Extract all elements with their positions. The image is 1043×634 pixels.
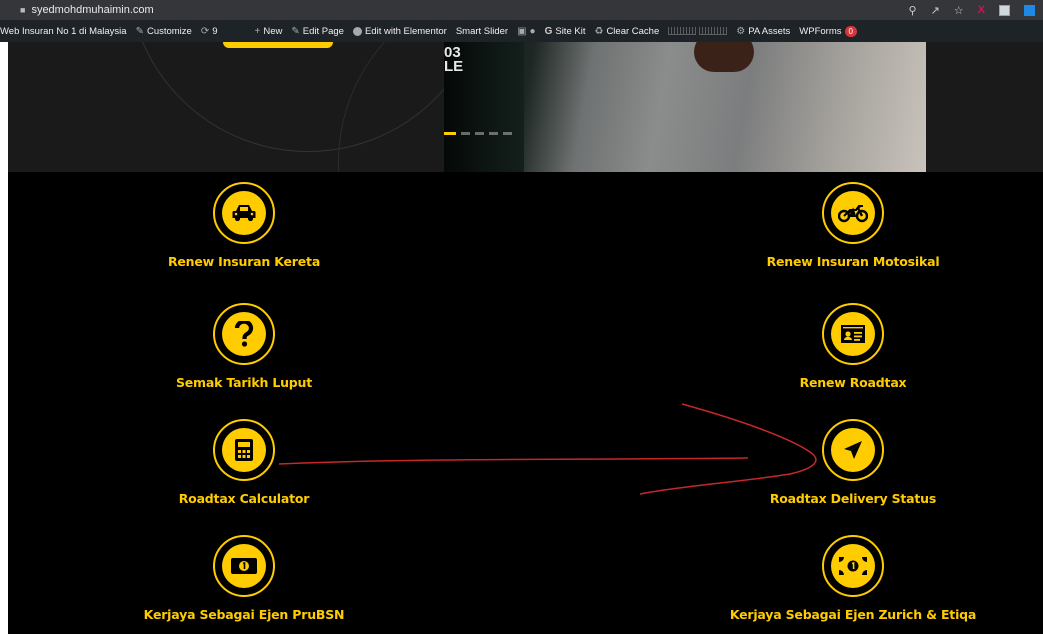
service-label[interactable]: Kerjaya Sebagai Ejen Zurich & Etiqa	[730, 607, 977, 622]
service-icon-circle	[213, 182, 275, 244]
pa-assets-label: PA Assets	[748, 25, 791, 37]
extension-x-icon[interactable]: X	[978, 4, 985, 16]
new-label: New	[263, 25, 283, 37]
service-icon-circle	[822, 182, 884, 244]
share-icon[interactable]: ↗	[931, 4, 940, 17]
updates-count: 9	[212, 25, 218, 37]
browser-toolbar-icons: ⚲ ↗ ☆ X	[909, 0, 1035, 20]
url-text[interactable]: syedmohdmuhaimin.com	[31, 4, 153, 16]
pencil-icon: ✎	[291, 25, 300, 37]
brush-icon: ✎	[135, 25, 144, 37]
site-kit-label: Site Kit	[555, 25, 586, 37]
service-renew-roadtax[interactable]: Renew Roadtax	[703, 303, 1003, 390]
question-icon	[222, 312, 266, 356]
hero-button-edge[interactable]	[223, 42, 333, 48]
admin-updates[interactable]: ⟳ 9	[201, 26, 218, 37]
service-label[interactable]: Renew Roadtax	[800, 375, 907, 390]
service-renew-car[interactable]: Renew Insuran Kereta	[94, 182, 394, 269]
admin-plugin-icons[interactable]: ▣ ●	[517, 26, 536, 37]
wpforms-label: WPForms	[799, 25, 842, 37]
hero-slider-image: 03 LE	[444, 42, 926, 172]
car-icon	[222, 191, 266, 235]
money-icon	[831, 544, 875, 588]
stats-sparkline-icon-2	[699, 27, 728, 35]
edit-elementor-label: Edit with Elementor	[364, 25, 447, 37]
browser-address-bar[interactable]: ■ syedmohdmuhaimin.com ⚲ ↗ ☆ X	[0, 0, 1043, 20]
gear-icon: ⚙	[736, 25, 746, 37]
bookmark-star-icon[interactable]: ☆	[954, 4, 964, 17]
zoom-icon[interactable]: ⚲	[909, 4, 917, 17]
elementor-icon	[352, 26, 362, 36]
service-label[interactable]: Roadtax Delivery Status	[770, 491, 936, 506]
service-label[interactable]: Roadtax Calculator	[179, 491, 310, 506]
slider-dot-1[interactable]	[444, 132, 456, 135]
slider-dot-2[interactable]	[461, 132, 470, 135]
id-card-icon	[831, 312, 875, 356]
wpforms-badge: 0	[844, 25, 857, 37]
motorcycle-icon	[831, 191, 875, 235]
admin-edit-page[interactable]: ✎ Edit Page	[291, 26, 344, 37]
photo-digits-line2: LE	[444, 58, 464, 75]
paper-plane-icon	[831, 428, 875, 472]
service-delivery-status[interactable]: Roadtax Delivery Status	[703, 419, 1003, 506]
service-icon-circle	[213, 419, 275, 481]
admin-pa-assets[interactable]: ⚙ PA Assets	[736, 26, 790, 37]
left-page-edge	[0, 42, 8, 634]
service-icon-circle	[822, 419, 884, 481]
cache-icon: ♻	[594, 25, 604, 37]
admin-edit-elementor[interactable]: Edit with Elementor	[352, 25, 447, 37]
service-label[interactable]: Semak Tarikh Luput	[176, 375, 312, 390]
photo-digits: 03 LE	[444, 45, 464, 75]
admin-clear-cache[interactable]: ♻ Clear Cache	[594, 26, 659, 37]
dot-icon: ●	[529, 25, 536, 37]
slider-dot-3[interactable]	[475, 132, 484, 135]
site-name-label: Web Insuran No 1 di Malaysia	[0, 25, 127, 37]
slider-dot-5[interactable]	[503, 132, 512, 135]
edit-page-label: Edit Page	[302, 25, 344, 37]
hero-banner: 03 LE	[8, 42, 1043, 172]
service-icon-circle	[213, 535, 275, 597]
customize-label: Customize	[146, 25, 192, 37]
service-label[interactable]: Kerjaya Sebagai Ejen PruBSN	[144, 607, 345, 622]
extension-blue-icon[interactable]	[1024, 4, 1035, 16]
admin-stats[interactable]	[668, 27, 728, 35]
admin-customize[interactable]: ✎ Customize	[136, 26, 192, 37]
admin-smart-slider[interactable]: Smart Slider	[456, 26, 508, 37]
stats-sparkline-icon	[668, 27, 697, 35]
extension-icon[interactable]	[999, 4, 1010, 16]
browser-screen: ■ syedmohdmuhaimin.com ⚲ ↗ ☆ X Web Insur…	[0, 0, 1043, 634]
refresh-icon: ⟳	[200, 25, 210, 37]
admin-wpforms[interactable]: WPForms 0	[799, 25, 857, 37]
service-label[interactable]: Renew Insuran Motosikal	[767, 254, 940, 269]
money-icon	[222, 544, 266, 588]
admin-site-name[interactable]: Web Insuran No 1 di Malaysia	[0, 26, 127, 37]
service-agent-prubsn[interactable]: Kerjaya Sebagai Ejen PruBSN	[94, 535, 394, 622]
service-check-expiry[interactable]: Semak Tarikh Luput	[94, 303, 394, 390]
service-icon-circle	[822, 535, 884, 597]
admin-site-kit[interactable]: G Site Kit	[545, 26, 586, 37]
service-agent-zurich[interactable]: Kerjaya Sebagai Ejen Zurich & Etiqa	[703, 535, 1003, 622]
plugin-icon: ▣	[517, 25, 527, 37]
service-icon-circle	[213, 303, 275, 365]
smart-slider-label: Smart Slider	[455, 25, 509, 37]
admin-new[interactable]: + New	[255, 26, 283, 37]
calculator-icon	[222, 428, 266, 472]
service-icon-circle	[822, 303, 884, 365]
photo-hand	[694, 42, 754, 72]
wp-admin-bar: Web Insuran No 1 di Malaysia ✎ Customize …	[0, 20, 1043, 42]
plus-icon: +	[254, 25, 261, 37]
slider-dot-4[interactable]	[489, 132, 498, 135]
lock-icon: ■	[20, 5, 26, 15]
clear-cache-label: Clear Cache	[606, 25, 660, 37]
service-roadtax-calculator[interactable]: Roadtax Calculator	[94, 419, 394, 506]
slider-pagination	[444, 132, 512, 135]
service-label[interactable]: Renew Insuran Kereta	[168, 254, 320, 269]
service-renew-motorcycle[interactable]: Renew Insuran Motosikal	[703, 182, 1003, 269]
google-icon: G	[544, 25, 553, 37]
